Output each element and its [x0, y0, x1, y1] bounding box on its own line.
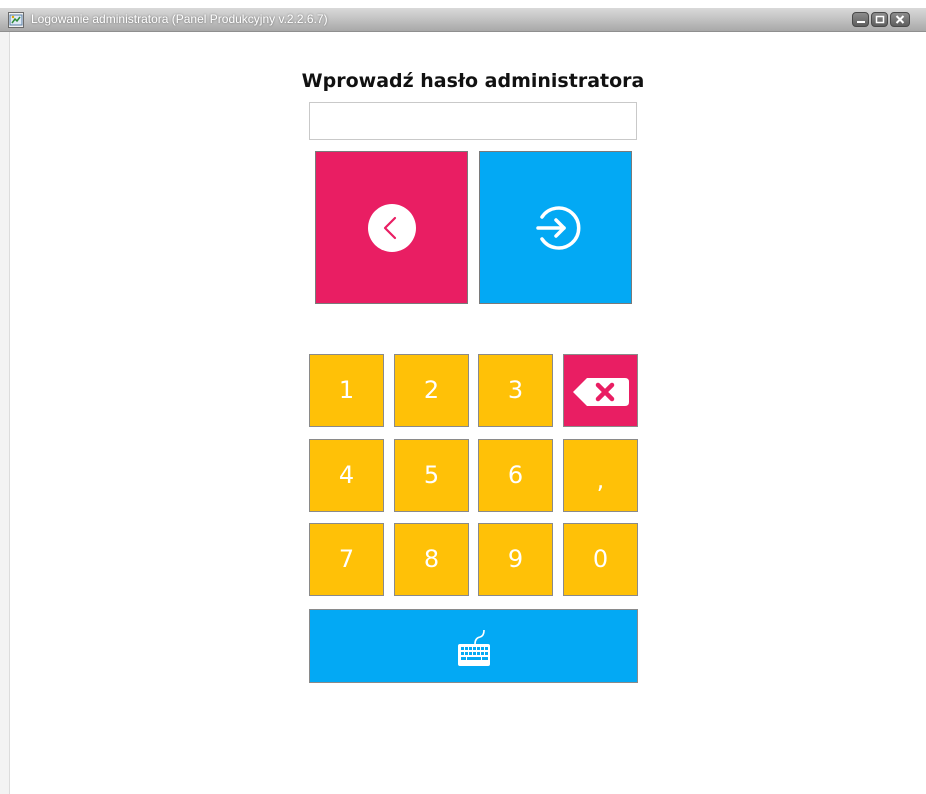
key-9[interactable]: 9	[478, 523, 553, 596]
key-4[interactable]: 4	[309, 439, 384, 512]
key-6[interactable]: 6	[478, 439, 553, 512]
close-button[interactable]	[890, 12, 910, 27]
minimize-button[interactable]	[852, 12, 869, 27]
key-2[interactable]: 2	[394, 354, 469, 427]
key-comma[interactable]: ,	[563, 439, 638, 512]
app-icon	[8, 12, 24, 28]
chevron-left-icon	[368, 204, 416, 252]
backspace-button[interactable]	[563, 354, 638, 427]
title-bar[interactable]: Logowanie administratora (Panel Produkcy…	[0, 8, 926, 32]
key-7[interactable]: 7	[309, 523, 384, 596]
keyboard-button[interactable]	[309, 609, 638, 683]
back-button[interactable]	[315, 151, 468, 304]
backspace-icon	[573, 378, 629, 406]
key-0[interactable]: 0	[563, 523, 638, 596]
login-window: Logowanie administratora (Panel Produkcy…	[0, 0, 926, 794]
sign-in-arrow-icon	[536, 206, 581, 250]
key-1[interactable]: 1	[309, 354, 384, 427]
maximize-button[interactable]	[871, 12, 888, 27]
page-title: Wprowadź hasło administratora	[301, 70, 645, 92]
window-title: Logowanie administratora (Panel Produkcy…	[31, 12, 328, 26]
window-left-border	[0, 32, 10, 794]
key-3[interactable]: 3	[478, 354, 553, 427]
key-8[interactable]: 8	[394, 523, 469, 596]
key-5[interactable]: 5	[394, 439, 469, 512]
keyboard-icon	[458, 629, 490, 666]
password-input[interactable]	[309, 102, 637, 140]
login-button[interactable]	[479, 151, 632, 304]
